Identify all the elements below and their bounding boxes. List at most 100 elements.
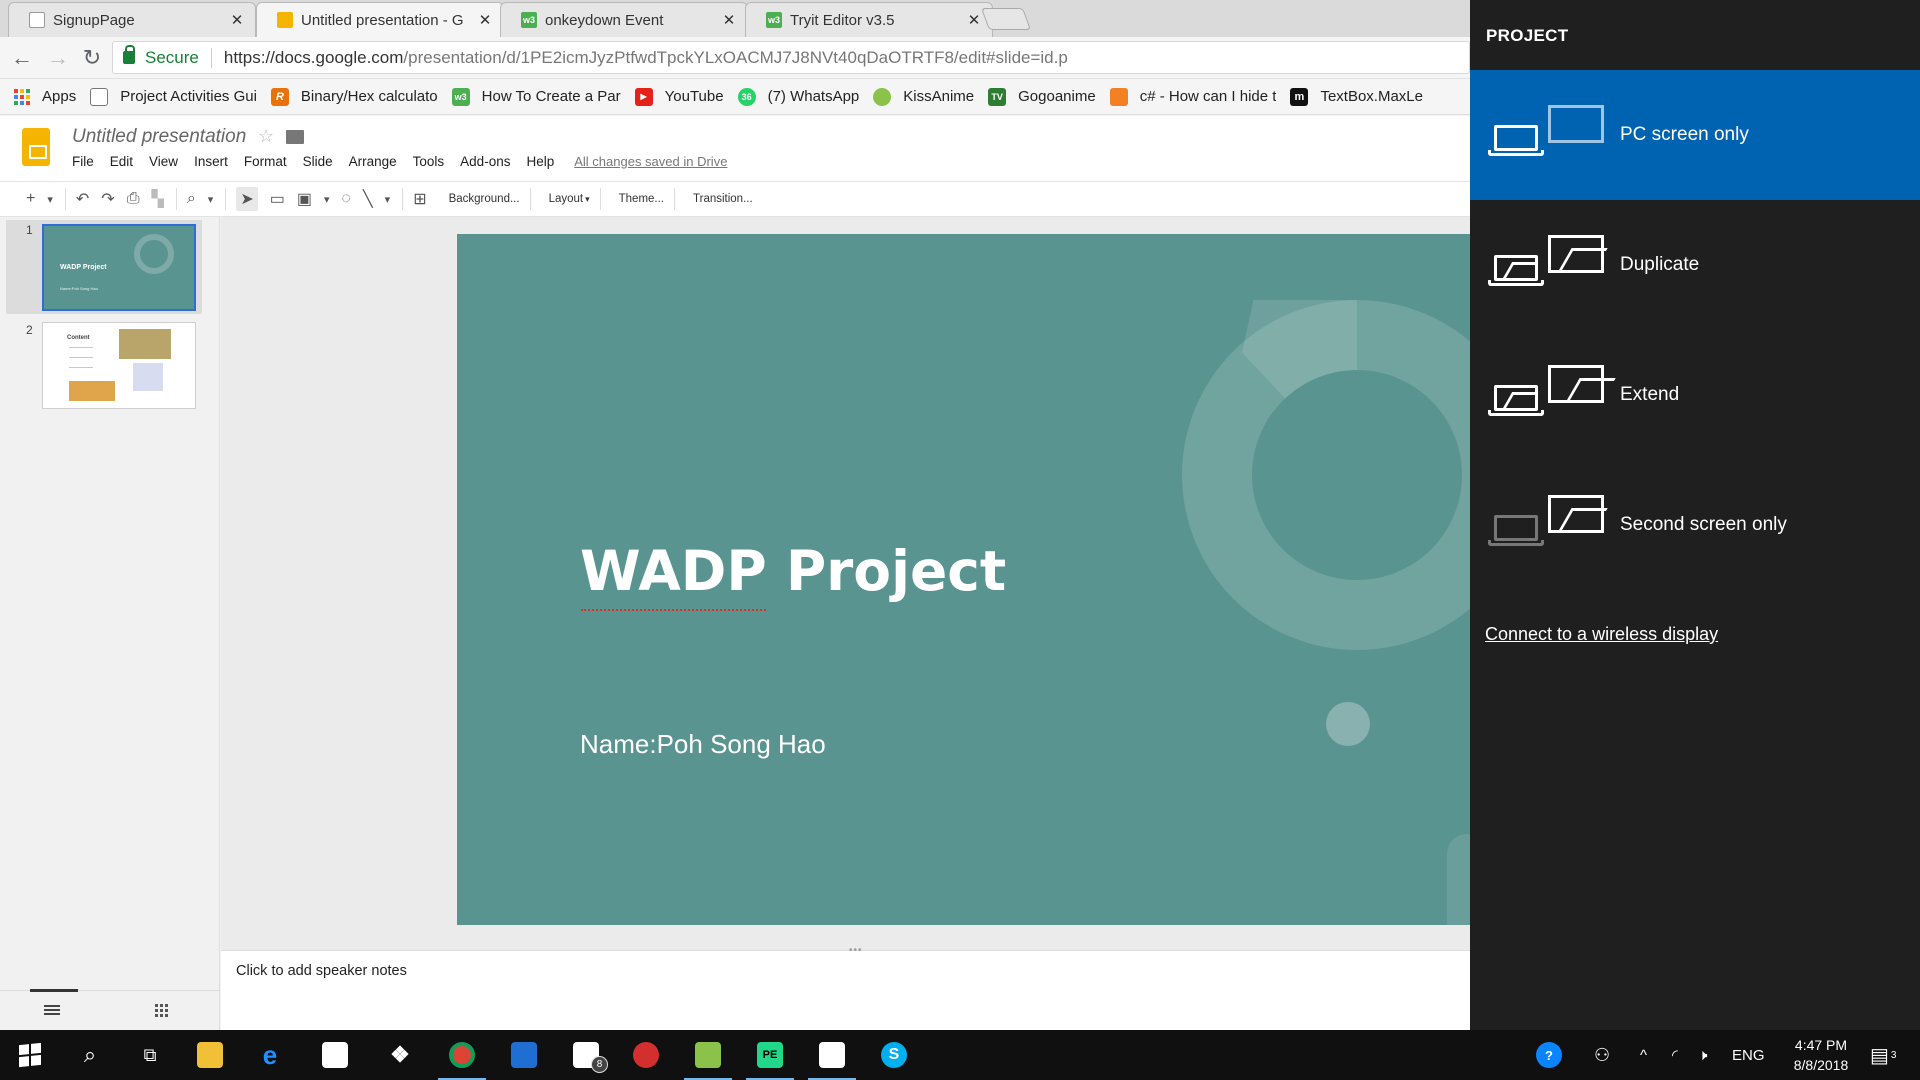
option-second-screen-only[interactable]: Second screen only [1470, 460, 1920, 590]
grid-view-icon[interactable] [155, 1004, 168, 1017]
image-icon[interactable]: ▣ [297, 189, 312, 209]
sticky-notes-icon[interactable] [802, 1030, 862, 1080]
store-icon[interactable] [305, 1030, 365, 1080]
theme-button[interactable]: Theme... [609, 188, 676, 210]
reload-icon[interactable]: ↻ [80, 46, 104, 70]
filmstrip-footer [0, 989, 219, 1030]
wifi-icon[interactable]: ◜ [1672, 1030, 1678, 1080]
back-arrow-icon[interactable]: ← [10, 46, 34, 70]
option-pc-screen-only[interactable]: PC screen only [1470, 70, 1920, 200]
close-icon[interactable]: ✕ [966, 11, 982, 29]
text-box-icon[interactable]: ▭ [270, 189, 285, 209]
active-view-indicator [30, 989, 78, 992]
bookmark-whatsapp[interactable]: 36 (7) WhatsApp [737, 87, 859, 106]
clock[interactable]: 4:47 PM 8/8/2018 [1776, 1035, 1866, 1075]
chevron-down-icon[interactable]: ▾ [208, 193, 214, 206]
bookmark-project-activities[interactable]: Project Activities Gui [90, 87, 257, 106]
redo-icon[interactable]: ↷ [101, 189, 114, 209]
pycharm-icon[interactable]: PE [740, 1030, 800, 1080]
zoom-icon[interactable]: ⌕ [187, 190, 196, 208]
address-bar[interactable]: Secure https://docs.google.com /presenta… [112, 41, 1470, 74]
skype-icon[interactable]: S [864, 1030, 924, 1080]
close-icon[interactable]: ✕ [477, 11, 493, 29]
mail-icon[interactable]: 8 [556, 1030, 616, 1080]
new-tab-button[interactable] [980, 8, 1032, 30]
star-icon[interactable]: ☆ [258, 126, 274, 147]
file-explorer-icon[interactable] [180, 1030, 240, 1080]
folder-icon[interactable] [286, 130, 304, 144]
chevron-down-icon[interactable]: ▾ [47, 193, 53, 206]
slide-thumbnail-1[interactable]: WADP Project Name:Poh Song Hao [42, 224, 196, 311]
tab-signuppage[interactable]: SignupPage ✕ [8, 2, 256, 37]
bookmark-gogoanime[interactable]: TV Gogoanime [988, 87, 1096, 106]
google-slides-logo-icon[interactable] [22, 128, 50, 166]
slide-subtitle[interactable]: Name:Poh Song Hao [580, 729, 826, 760]
connect-wireless-display-link[interactable]: Connect to a wireless display [1485, 624, 1718, 645]
url-divider [210, 47, 212, 68]
tab-tryit-editor[interactable]: w3 Tryit Editor v3.5 ✕ [745, 2, 993, 37]
people-icon[interactable]: ⚇ [1594, 1030, 1610, 1080]
bookmark-youtube[interactable]: ▶ YouTube [634, 87, 724, 106]
project-panel: PROJECT PC screen only Duplicate Extend … [1470, 0, 1920, 1030]
layout-button[interactable]: Layout ▾ [539, 188, 601, 210]
slide-thumbnail-2[interactable]: Content [42, 322, 196, 409]
tab-onkeydown-event[interactable]: w3 onkeydown Event ✕ [500, 2, 748, 37]
transition-button[interactable]: Transition... [683, 188, 763, 210]
bookmark-apps[interactable]: Apps [14, 88, 76, 105]
tab-untitled-presentation[interactable]: Untitled presentation - G ✕ [256, 2, 504, 37]
garena-icon[interactable] [616, 1030, 676, 1080]
bookmark-how-to-create[interactable]: w3 How To Create a Par [451, 87, 621, 106]
task-view-icon[interactable]: ⧉ [120, 1030, 180, 1080]
document-title[interactable]: Untitled presentation [72, 126, 246, 148]
line-icon[interactable]: ╲ [363, 189, 373, 209]
volume-muted-icon[interactable]: 🕨 [1698, 1030, 1707, 1080]
close-icon[interactable]: ✕ [229, 11, 245, 29]
slide-title[interactable]: WADP Project [580, 539, 1006, 603]
background-button[interactable]: Background... [439, 188, 531, 210]
search-icon[interactable]: ⌕ [60, 1030, 120, 1080]
bookmark-kissanime[interactable]: KissAnime [873, 87, 974, 106]
option-extend[interactable]: Extend [1470, 330, 1920, 460]
chevron-up-icon[interactable]: ^ [1640, 1030, 1647, 1080]
option-duplicate[interactable]: Duplicate [1470, 200, 1920, 330]
shape-icon[interactable]: ◌ [342, 190, 352, 208]
forward-arrow-icon[interactable]: → [46, 46, 70, 70]
close-icon[interactable]: ✕ [721, 11, 737, 29]
save-status-link[interactable]: All changes saved in Drive [574, 154, 727, 169]
menu-format[interactable]: Format [244, 154, 287, 169]
menu-insert[interactable]: Insert [194, 154, 228, 169]
paint-format-icon[interactable]: ▚ [152, 189, 164, 209]
undo-icon[interactable]: ↶ [76, 189, 89, 209]
notepad-icon[interactable] [678, 1030, 738, 1080]
bookmark-textbox-maxlength[interactable]: m TextBox.MaxLe [1290, 87, 1423, 106]
menu-slide[interactable]: Slide [303, 154, 333, 169]
menu-tools[interactable]: Tools [413, 154, 445, 169]
language-indicator[interactable]: ENG [1732, 1030, 1765, 1080]
chevron-down-icon[interactable]: ▾ [385, 193, 391, 206]
start-button[interactable] [0, 1030, 60, 1080]
current-slide[interactable]: WADP Project Name:Poh Song Hao [457, 234, 1470, 925]
bookmark-csharp-hide[interactable]: c# - How can I hide t [1109, 87, 1276, 106]
chevron-down-icon[interactable]: ▾ [324, 193, 330, 206]
speaker-notes[interactable]: ••• Click to add speaker notes [221, 945, 1470, 1030]
menu-arrange[interactable]: Arrange [349, 154, 397, 169]
list-view-icon[interactable] [44, 1005, 60, 1015]
menu-edit[interactable]: Edit [110, 154, 133, 169]
print-icon[interactable]: ⎙ [127, 190, 140, 208]
bookmark-binary-hex[interactable]: R Binary/Hex calculato [270, 87, 438, 106]
menu-file[interactable]: File [72, 154, 94, 169]
new-slide-plus-icon[interactable]: + [26, 190, 35, 208]
media-app-icon[interactable] [494, 1030, 554, 1080]
dropbox-icon[interactable]: ❖ [370, 1030, 430, 1080]
menu-help[interactable]: Help [526, 154, 554, 169]
resize-handle[interactable]: ••• [849, 945, 863, 956]
select-cursor-icon[interactable]: ➤ [236, 187, 258, 211]
help-icon[interactable]: ? [1536, 1030, 1562, 1080]
comment-add-icon[interactable]: ⊞ [413, 189, 426, 209]
menu-view[interactable]: View [149, 154, 178, 169]
menu-add-ons[interactable]: Add-ons [460, 154, 510, 169]
action-center-button[interactable]: ▤ 3 [1870, 1030, 1896, 1080]
edge-icon[interactable]: e [240, 1030, 300, 1080]
whatsapp-icon: 36 [737, 87, 756, 106]
chrome-icon[interactable] [432, 1030, 492, 1080]
